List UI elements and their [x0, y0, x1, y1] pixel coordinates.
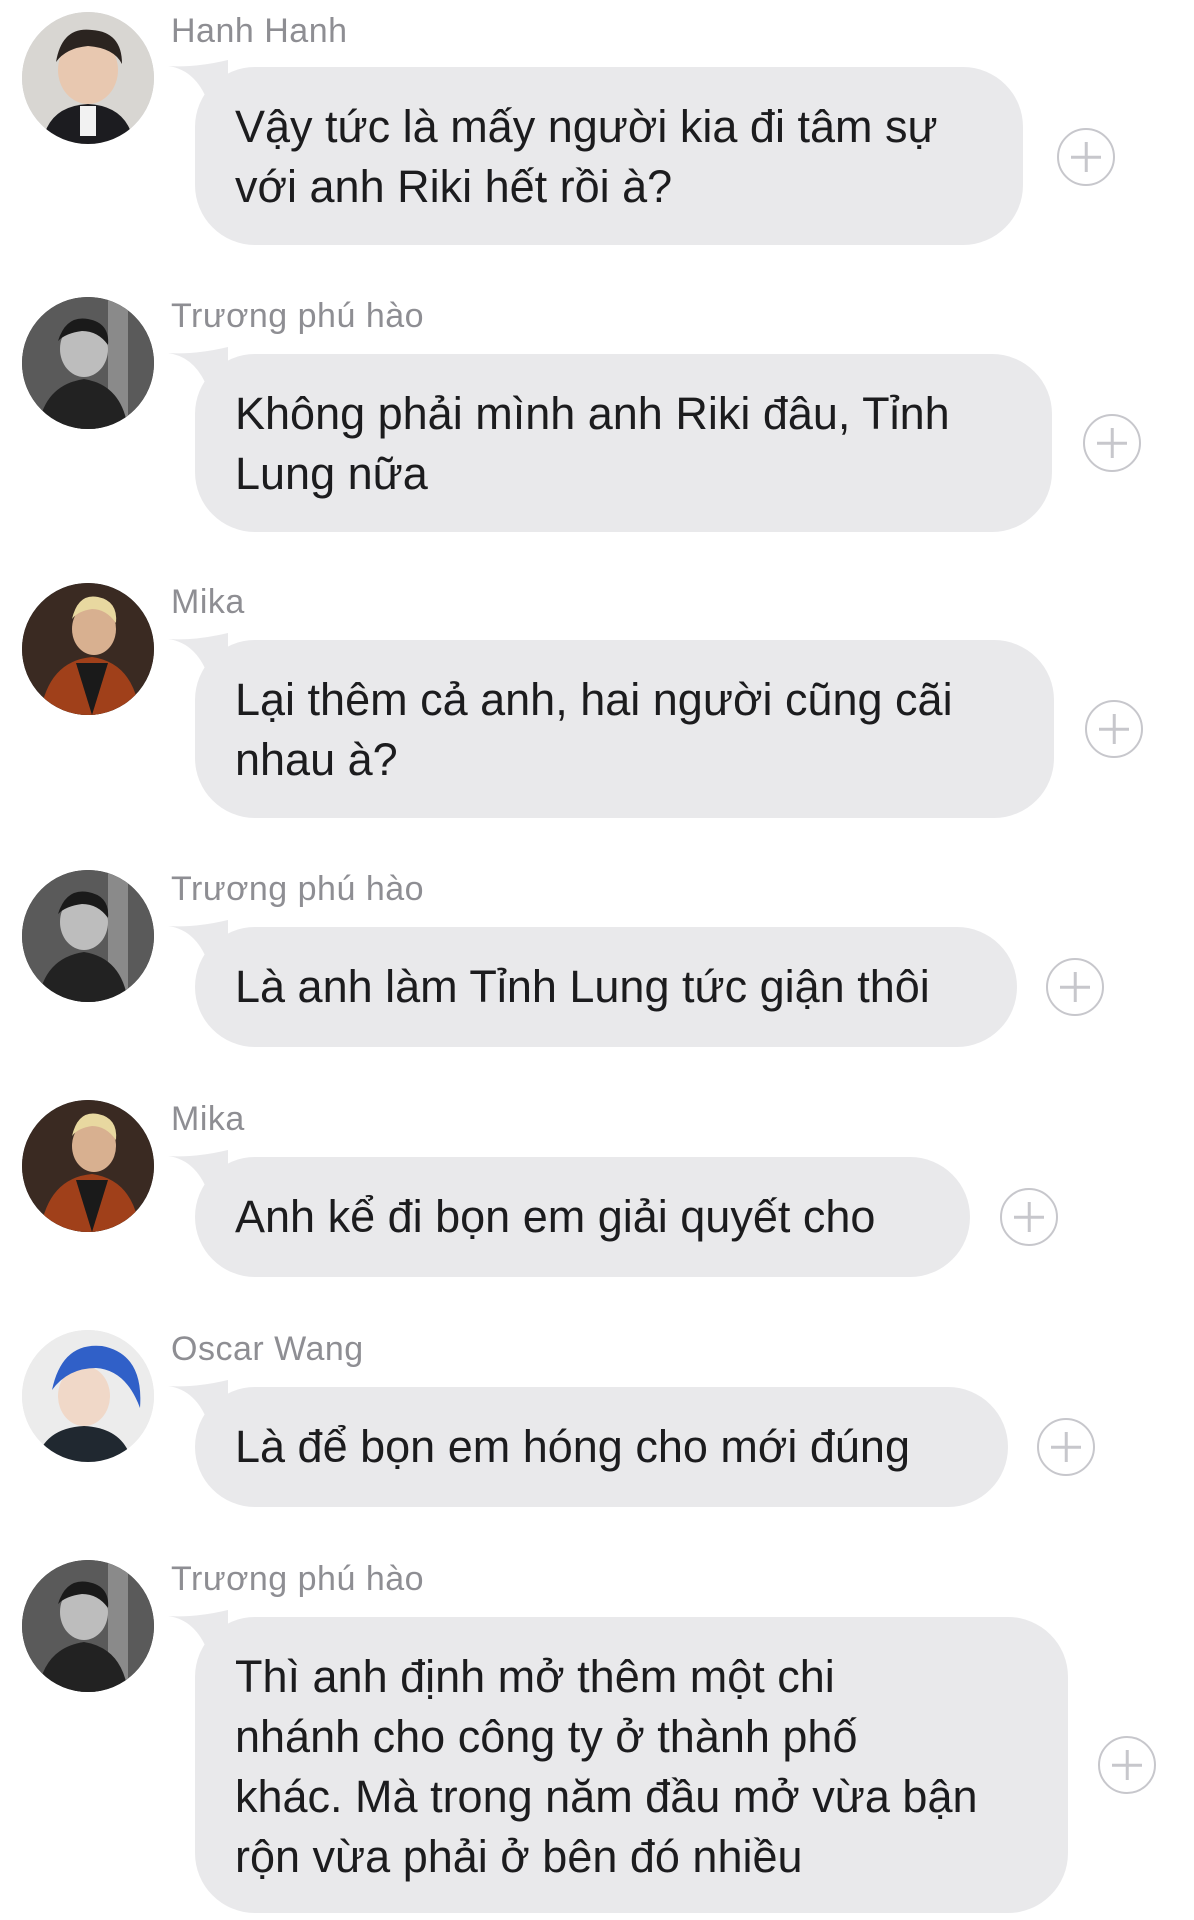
add-reaction-icon[interactable] — [1046, 958, 1104, 1016]
sender-name: Mika — [171, 583, 245, 621]
message-bubble[interactable]: Vậy tức là mấy người kia đi tâm sự với a… — [195, 67, 1023, 245]
add-reaction-icon[interactable] — [1057, 128, 1115, 186]
message-bubble[interactable]: Là để bọn em hóng cho mới đúng — [195, 1387, 1008, 1507]
message-line: Là để bọn em hóng cho mới đúng — [235, 1421, 910, 1472]
sender-name: Mika — [171, 1100, 245, 1138]
message-line: nhau à? — [235, 734, 398, 785]
message-line: Lung nữa — [235, 448, 428, 499]
message-line: rộn vừa phải ở bên đó nhiều — [235, 1831, 803, 1882]
avatar-photo-icon — [22, 1560, 154, 1692]
avatar[interactable] — [22, 1330, 154, 1462]
avatar-photo-icon — [22, 1100, 154, 1232]
avatar[interactable] — [22, 583, 154, 715]
avatar[interactable] — [22, 1100, 154, 1232]
add-reaction-icon[interactable] — [1098, 1736, 1156, 1794]
avatar-photo-icon — [22, 870, 154, 1002]
message-line: Thì anh định mở thêm một chi — [235, 1651, 835, 1702]
message-line: Vậy tức là mấy người kia đi tâm sự — [235, 101, 938, 152]
message-bubble[interactable]: Là anh làm Tỉnh Lung tức giận thôi — [195, 927, 1017, 1047]
sender-name: Oscar Wang — [171, 1330, 364, 1368]
message-line: với anh Riki hết rồi à? — [235, 161, 673, 212]
message-bubble[interactable]: Thì anh định mở thêm một chi nhánh cho c… — [195, 1617, 1068, 1913]
avatar[interactable] — [22, 297, 154, 429]
message-line: nhánh cho công ty ở thành phố — [235, 1711, 858, 1762]
message-bubble[interactable]: Anh kể đi bọn em giải quyết cho — [195, 1157, 970, 1277]
sender-name: Trương phú hào — [171, 1560, 425, 1598]
sender-name: Hanh Hanh — [171, 12, 348, 50]
avatar[interactable] — [22, 870, 154, 1002]
avatar-photo-icon — [22, 12, 154, 144]
chat-thread: Hanh Hanh Vậy tức là mấy người kia đi tâ… — [0, 0, 1194, 1920]
sender-name: Trương phú hào — [171, 297, 425, 335]
message-line: Anh kể đi bọn em giải quyết cho — [235, 1191, 876, 1242]
avatar-photo-icon — [22, 583, 154, 715]
add-reaction-icon[interactable] — [1037, 1418, 1095, 1476]
avatar[interactable] — [22, 12, 154, 144]
message-bubble[interactable]: Không phải mình anh Riki đâu, Tỉnh Lung … — [195, 354, 1052, 532]
avatar-photo-icon — [22, 297, 154, 429]
message-line: Là anh làm Tỉnh Lung tức giận thôi — [235, 961, 930, 1012]
message-line: Không phải mình anh Riki đâu, Tỉnh — [235, 388, 950, 439]
message-bubble[interactable]: Lại thêm cả anh, hai người cũng cãi nhau… — [195, 640, 1054, 818]
sender-name: Trương phú hào — [171, 870, 425, 908]
message-line: khác. Mà trong năm đầu mở vừa bận — [235, 1771, 978, 1822]
avatar[interactable] — [22, 1560, 154, 1692]
add-reaction-icon[interactable] — [1083, 414, 1141, 472]
message-line: Lại thêm cả anh, hai người cũng cãi — [235, 674, 953, 725]
add-reaction-icon[interactable] — [1085, 700, 1143, 758]
add-reaction-icon[interactable] — [1000, 1188, 1058, 1246]
avatar-photo-icon — [22, 1330, 154, 1462]
